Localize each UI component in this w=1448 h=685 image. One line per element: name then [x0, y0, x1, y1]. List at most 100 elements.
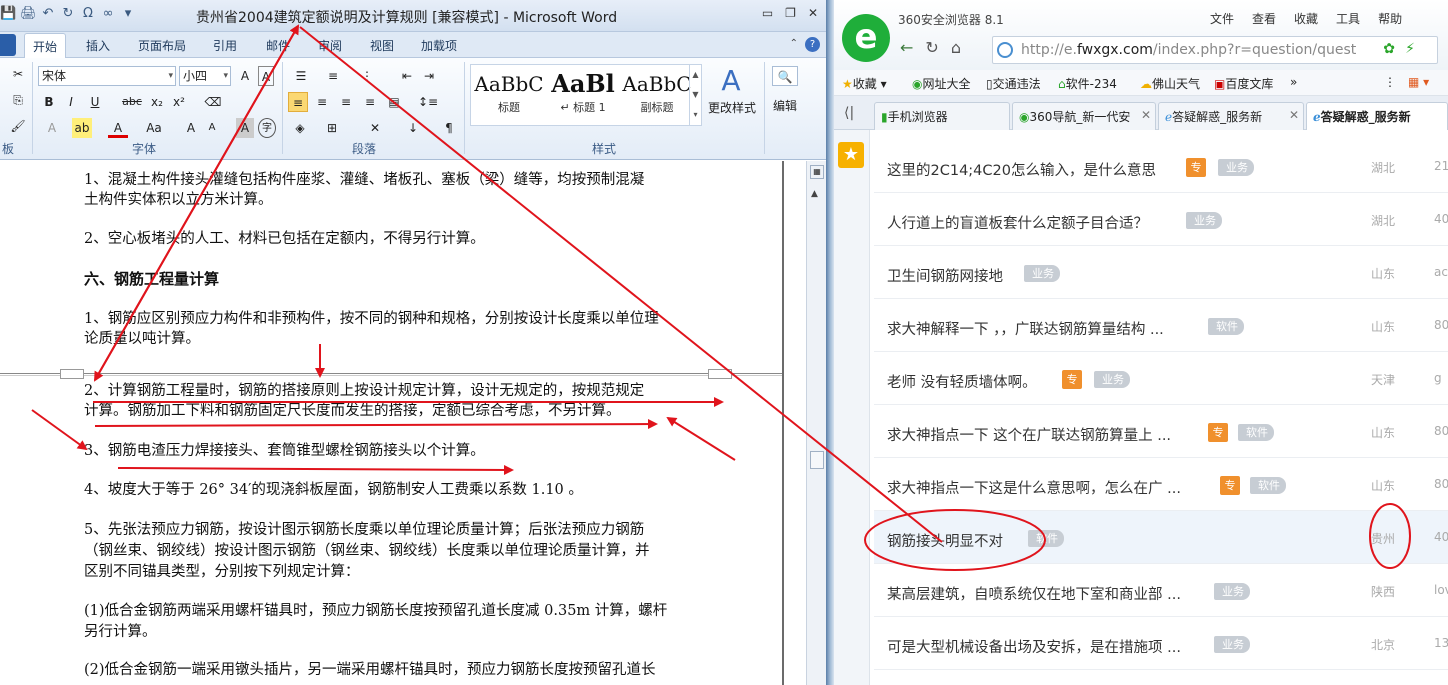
justify-icon[interactable]: ≡ — [360, 92, 380, 112]
address-bar[interactable]: http://e.fwxgx.com/index.php?r=question/… — [992, 36, 1438, 64]
bookmark-favorites[interactable]: ★收藏 ▾ — [842, 75, 887, 92]
subscript-icon[interactable]: x₂ — [148, 92, 166, 112]
doc-line[interactable]: 2、空心板堵头的人工、材料已包括在定额内，不得另行计算。 — [84, 229, 710, 249]
home-icon[interactable]: ⌂ — [951, 38, 961, 57]
list-item[interactable]: 求大神指点一下 这个在广联达钢筋算量上 ... 专 软件 山东 80 — [874, 405, 1448, 458]
underline-icon[interactable]: U — [86, 92, 104, 112]
tab-review[interactable]: 审阅 — [318, 37, 342, 54]
char-border-icon[interactable]: A — [258, 66, 274, 86]
tab-home[interactable]: 开始 — [24, 33, 67, 58]
list-item[interactable]: 人行道上的盲道板套什么定额子目合适？ 业务 湖北 40 — [874, 193, 1448, 246]
user[interactable]: 80 — [1434, 424, 1448, 438]
align-center-icon[interactable]: ≡ — [312, 92, 332, 112]
list-item[interactable]: 某高层建筑，自喷系统仅在地下室和商业部 ... 业务 陕西 lov — [874, 564, 1448, 617]
tab-references[interactable]: 引用 — [213, 37, 237, 54]
tab-qa-2[interactable]: ℯ答疑解惑_服务新 — [1306, 102, 1448, 130]
multilevel-list-icon[interactable]: ⋮ — [356, 66, 378, 86]
tab-360-nav[interactable]: ◉360导航_新一代安 ✕ — [1012, 102, 1156, 130]
change-case-icon[interactable]: Aa — [142, 118, 166, 138]
doc-line[interactable]: (2)低合金钢筋一端采用镦头插片，另一端采用螺杆锚具时，预应力钢筋长度按预留孔道… — [84, 660, 710, 680]
help-icon[interactable]: ? — [805, 37, 820, 52]
decrease-indent-icon[interactable]: ⇤ — [398, 66, 416, 86]
category-tag[interactable]: 软件 — [1028, 530, 1064, 547]
user[interactable]: 40 — [1434, 530, 1448, 544]
borders-icon[interactable]: ⊞ — [322, 118, 342, 138]
list-item[interactable]: 求大神解释一下 ，，广联达钢筋算量结构 ... 软件 山东 80 — [874, 299, 1448, 352]
back-icon[interactable]: ← — [900, 38, 913, 57]
menu-help[interactable]: 帮助 — [1378, 10, 1402, 27]
doc-line[interactable]: (1)低合金钢筋两端采用螺杆锚具时，预应力钢筋长度按预留孔道长度减 0.35m … — [84, 601, 710, 621]
undo-icon[interactable]: ↶ — [40, 6, 56, 21]
doc-line[interactable]: 论质量以吨计算。 — [84, 329, 710, 349]
redo-icon[interactable]: ↻ — [60, 6, 76, 21]
print-icon[interactable]: 🖨 — [20, 6, 37, 21]
list-item[interactable]: 可是大型机械设备出场及安拆，是在措施项 ... 业务 北京 13 — [874, 617, 1448, 670]
tab-collapse-icon[interactable]: ⟨| — [844, 105, 854, 121]
text-effect-icon[interactable]: A — [42, 118, 62, 138]
format-painter-icon[interactable]: 🖌 — [10, 116, 26, 136]
doc-line[interactable]: 5、先张法预应力钢筋，按设计图示钢筋长度乘以单位理论质量计算；后张法预应力钢筋 — [84, 520, 710, 540]
show-marks-icon[interactable]: ¶ — [440, 118, 458, 138]
shrink-font-icon[interactable]: A — [204, 118, 220, 138]
edit-button[interactable]: 编辑 — [768, 96, 802, 116]
grow-font-2-icon[interactable]: A — [182, 118, 200, 138]
doc-line[interactable]: 2、计算钢筋工程量时，钢筋的搭接原则上按设计规定计算，设计无规定的，按规范规定 — [84, 381, 710, 401]
menu-view[interactable]: 查看 — [1252, 10, 1276, 27]
category-tag[interactable]: 业务 — [1218, 159, 1254, 176]
doc-line[interactable]: 1、混凝土构件接头灌缝包括构件座浆、灌缝、堵板孔、塞板（梁）缝等，均按预制混凝 — [84, 170, 710, 190]
more-bookmarks-icon[interactable]: » — [1290, 75, 1297, 89]
style-title[interactable]: AaBbC 标题 — [473, 69, 545, 115]
list-item[interactable]: 卫生间钢筋网接地 业务 山东 acc — [874, 246, 1448, 299]
doc-line[interactable]: 土构件实体积以立方米计算。 — [84, 190, 710, 210]
tab-mobile-browser[interactable]: ▮手机浏览器 — [874, 102, 1010, 130]
list-item-highlighted[interactable]: 钢筋接头明显不对 软件 贵州 40 — [874, 511, 1448, 564]
change-styles-icon[interactable]: A — [706, 64, 756, 98]
style-subtitle[interactable]: AaBbC 副标题 — [621, 69, 693, 115]
url-text[interactable]: http://e.fwxgx.com/index.php?r=question/… — [1021, 42, 1356, 58]
menu-file[interactable]: 文件 — [1210, 10, 1234, 27]
category-tag[interactable]: 业务 — [1186, 212, 1222, 229]
user[interactable]: 40 — [1434, 212, 1448, 226]
speed-mode-icon[interactable]: ⚡ — [1405, 41, 1415, 57]
minimize-ribbon-icon[interactable]: ⌃ — [790, 38, 798, 49]
list-item[interactable]: 求大神指点一下这是什么意思啊，怎么在广 ... 专 软件 山东 80 — [874, 458, 1448, 511]
list-item[interactable]: 老师 没有轻质墙体啊。 专 业务 天津 g — [874, 352, 1448, 405]
doc-line[interactable]: 区别不同锚具类型，分别按下列规定计算： — [84, 562, 710, 582]
bookmark-wenku[interactable]: ▣百度文库 — [1214, 75, 1273, 92]
favorites-star-icon[interactable]: ★ — [838, 142, 864, 168]
category-tag[interactable]: 软件 — [1250, 477, 1286, 494]
bookmark-hao[interactable]: ◉网址大全 — [912, 75, 971, 92]
user[interactable]: acc — [1434, 265, 1448, 279]
office-button[interactable] — [0, 34, 16, 56]
ruler-toggle-icon[interactable]: ▦ — [810, 165, 824, 179]
refresh-icon[interactable]: ↻ — [925, 38, 938, 57]
align-right-icon[interactable]: ≡ — [336, 92, 356, 112]
grow-font-icon[interactable]: A — [236, 66, 254, 86]
highlight-icon[interactable]: ab — [72, 118, 92, 138]
find-icon[interactable]: 🔍 — [772, 66, 798, 86]
char-shading-icon[interactable]: A — [236, 118, 254, 138]
bookmark-weather[interactable]: ☁佛山天气 — [1140, 75, 1200, 92]
tab-view[interactable]: 视图 — [370, 37, 394, 54]
user[interactable]: 80 — [1434, 318, 1448, 332]
doc-line[interactable]: （钢丝束、钢绞线）按设计图示钢筋（钢丝束、钢绞线）长度乘以单位理论质量计算，并 — [84, 541, 710, 561]
category-tag[interactable]: 软件 — [1238, 424, 1274, 441]
customize-qat-icon[interactable]: ▾ — [120, 6, 136, 21]
close-icon[interactable]: ✕ — [808, 6, 818, 20]
tab-layout[interactable]: 页面布局 — [138, 37, 186, 54]
menu-favorites[interactable]: 收藏 — [1294, 10, 1318, 27]
category-tag[interactable]: 业务 — [1214, 636, 1250, 653]
bookmark-menu-icon[interactable]: ⋮ — [1384, 75, 1396, 89]
equation-icon[interactable]: ∞ — [100, 6, 116, 21]
font-color-icon[interactable]: A — [108, 118, 128, 138]
shading-icon[interactable]: ◈ — [290, 118, 310, 138]
styles-scroll[interactable]: ▲ ▼ ▾ — [689, 65, 701, 125]
tab-mailings[interactable]: 邮件 — [266, 37, 290, 54]
tab-insert[interactable]: 插入 — [86, 37, 110, 54]
list-item[interactable]: 这里的2C14;4C20怎么输入，是什么意思 专 业务 湖北 21 — [874, 140, 1448, 193]
user[interactable]: 80 — [1434, 477, 1448, 491]
category-tag[interactable]: 业务 — [1094, 371, 1130, 388]
user[interactable]: lov — [1434, 583, 1448, 597]
doc-line[interactable]: 计算。钢筋加工下料和钢筋固定尺长度而发生的搭接，定额已综合考虑，不另计算。 — [84, 401, 710, 421]
enclose-char-icon[interactable]: 字 — [258, 118, 276, 138]
